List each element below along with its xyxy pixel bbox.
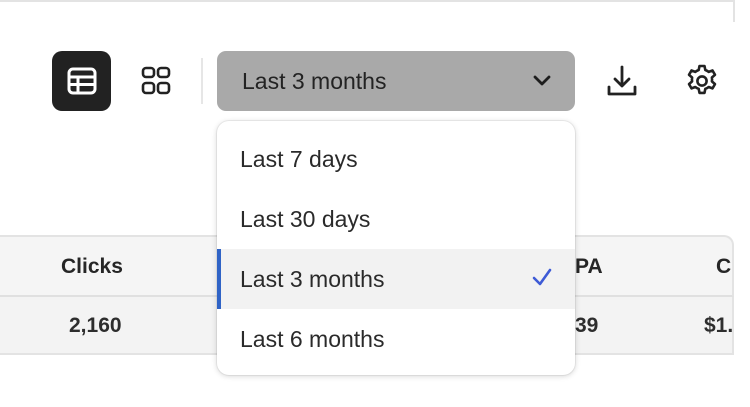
download-icon bbox=[607, 65, 637, 96]
panel-edge bbox=[733, 0, 735, 22]
checkmark-icon bbox=[532, 268, 552, 286]
menu-item-label: Last 30 days bbox=[240, 205, 371, 232]
top-divider bbox=[0, 0, 734, 2]
gear-icon bbox=[687, 64, 717, 95]
menu-item-label: Last 7 days bbox=[240, 145, 358, 172]
column-header-cpa[interactable]: PA bbox=[575, 255, 603, 279]
date-range-menu: Last 7 days Last 30 days Last 3 months L… bbox=[217, 121, 575, 375]
date-range-value: Last 3 months bbox=[242, 67, 387, 94]
menu-item-label: Last 3 months bbox=[240, 265, 385, 292]
menu-item-last-6-months[interactable]: Last 6 months bbox=[217, 309, 575, 369]
date-range-picker[interactable]: Last 3 months bbox=[217, 51, 575, 111]
table-view-icon bbox=[67, 67, 96, 95]
menu-item-last-7-days[interactable]: Last 7 days bbox=[217, 129, 575, 189]
menu-item-last-30-days[interactable]: Last 30 days bbox=[217, 189, 575, 249]
cell-next: $1. bbox=[704, 314, 732, 337]
cell-clicks: 2,160 bbox=[69, 314, 122, 337]
cell-cpa: 39 bbox=[575, 314, 599, 337]
card-view-icon bbox=[141, 66, 170, 95]
table-view-button[interactable] bbox=[52, 51, 111, 111]
column-header-next[interactable]: C bbox=[716, 255, 731, 279]
menu-item-last-3-months[interactable]: Last 3 months bbox=[217, 249, 575, 309]
chevron-down-icon bbox=[533, 75, 551, 86]
download-button[interactable] bbox=[599, 58, 645, 104]
card-view-button[interactable] bbox=[126, 51, 185, 111]
toolbar-divider bbox=[201, 58, 203, 104]
settings-button[interactable] bbox=[679, 58, 725, 104]
menu-item-label: Last 6 months bbox=[240, 325, 385, 352]
column-header-clicks[interactable]: Clicks bbox=[61, 255, 123, 279]
